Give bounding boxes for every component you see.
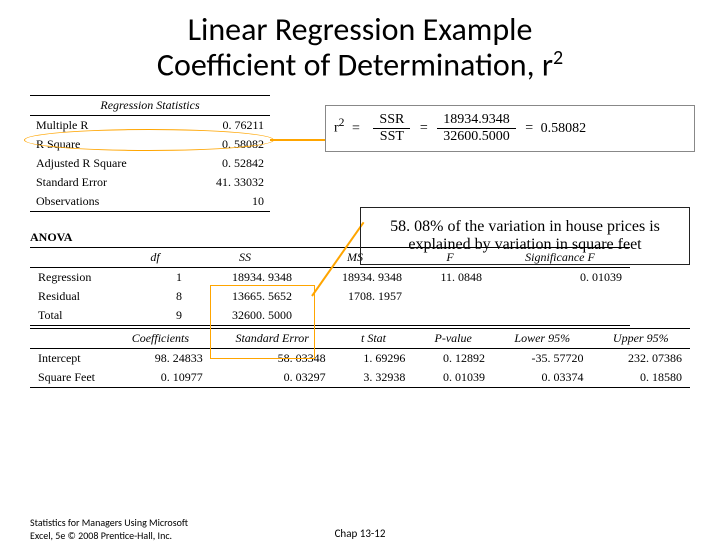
- chapter-label: Chap 13-12: [335, 527, 386, 540]
- coef-row-label: Square Feet: [30, 368, 110, 388]
- table-row: Square Feet 0. 10977 0. 03297 3. 32938 0…: [30, 368, 690, 388]
- coef-cell: 98. 24833: [110, 349, 211, 369]
- coef-cell: 0. 03374: [493, 368, 591, 388]
- coef-row-label: Intercept: [30, 349, 110, 369]
- formula-result: 0.58082: [541, 121, 587, 136]
- formula-frac-numeric: 18934.9348 32600.5000: [437, 112, 516, 145]
- anova-cell: 9: [120, 306, 190, 326]
- stat-label: Observations: [30, 192, 181, 212]
- explanation-box: 58. 08% of the variation in house prices…: [360, 207, 690, 265]
- table-row: Total 9 32600. 5000: [30, 306, 630, 326]
- formula-eq: =: [525, 121, 533, 136]
- stat-label: Adjusted R Square: [30, 154, 181, 173]
- coef-cell: 0. 18580: [592, 368, 691, 388]
- formula-sup: 2: [339, 116, 345, 129]
- anova-cell: [410, 306, 490, 326]
- anova-cell: 11. 0848: [410, 268, 490, 288]
- anova-cell: [490, 306, 630, 326]
- highlight-box-ss: [210, 285, 315, 359]
- coef-cell: 0. 10977: [110, 368, 211, 388]
- top-section: Regression Statistics Multiple R0. 76211…: [30, 95, 690, 212]
- anova-row-label: Regression: [30, 268, 120, 288]
- regression-statistics-table: Regression Statistics Multiple R0. 76211…: [30, 95, 270, 212]
- anova-cell: 18934. 9348: [300, 268, 410, 288]
- coef-hdr: t Stat: [334, 329, 414, 349]
- title-sup: 2: [553, 46, 563, 70]
- formula-eq: =: [352, 121, 360, 136]
- anova-hdr-df: df: [120, 248, 190, 268]
- coef-hdr: Upper 95%: [592, 329, 691, 349]
- callout-line-1: [270, 139, 330, 141]
- coef-cell: 3. 32938: [334, 368, 414, 388]
- coef-cell: -35. 57720: [493, 349, 591, 369]
- formula-sst: SST: [373, 129, 410, 145]
- formula-eq: =: [420, 121, 428, 136]
- coef-hdr: Coefficients: [110, 329, 211, 349]
- highlight-oval-rsquare: [24, 129, 274, 151]
- anova-cell: [300, 306, 410, 326]
- coef-hdr: Lower 95%: [493, 329, 591, 349]
- anova-hdr-ss: SS: [190, 248, 300, 268]
- table-row: Residual 8 13665. 5652 1708. 1957: [30, 287, 630, 306]
- formula-ssr: SSR: [373, 112, 410, 129]
- stat-value: 10: [181, 192, 270, 212]
- coef-cell: 0. 01039: [413, 368, 493, 388]
- anova-cell: 0. 01039: [490, 268, 630, 288]
- stats-caption: Regression Statistics: [30, 96, 270, 116]
- stat-label: Standard Error: [30, 173, 181, 192]
- title-line1: Linear Regression Example: [188, 10, 533, 49]
- anova-row-label: Residual: [30, 287, 120, 306]
- footer-text: Statistics for Managers Using Microsoft …: [30, 516, 210, 542]
- formula-box: r2 = SSR SST = 18934.9348 32600.5000 = 0…: [325, 105, 695, 152]
- coef-hdr: P-value: [413, 329, 493, 349]
- table-row: Intercept 98. 24833 58. 03348 1. 69296 0…: [30, 349, 690, 369]
- stat-value: 41. 33032: [181, 173, 270, 192]
- anova-cell: 1: [120, 268, 190, 288]
- anova-cell: [490, 287, 630, 306]
- coef-cell: 232. 07386: [592, 349, 691, 369]
- title-line2: Coefficient of Determination, r: [157, 46, 553, 85]
- formula-den: 32600.5000: [437, 129, 516, 145]
- anova-row-label: Total: [30, 306, 120, 326]
- coef-cell: 1. 69296: [334, 349, 414, 369]
- slide-title: Linear Regression Example Coefficient of…: [0, 12, 720, 83]
- anova-cell: [410, 287, 490, 306]
- coef-cell: 0. 12892: [413, 349, 493, 369]
- stat-value: 0. 52842: [181, 154, 270, 173]
- coef-cell: 0. 03297: [211, 368, 334, 388]
- formula-num: 18934.9348: [437, 112, 516, 129]
- anova-cell: 8: [120, 287, 190, 306]
- formula-frac-symbolic: SSR SST: [373, 112, 410, 145]
- coefficients-table: Coefficients Standard Error t Stat P-val…: [30, 328, 690, 388]
